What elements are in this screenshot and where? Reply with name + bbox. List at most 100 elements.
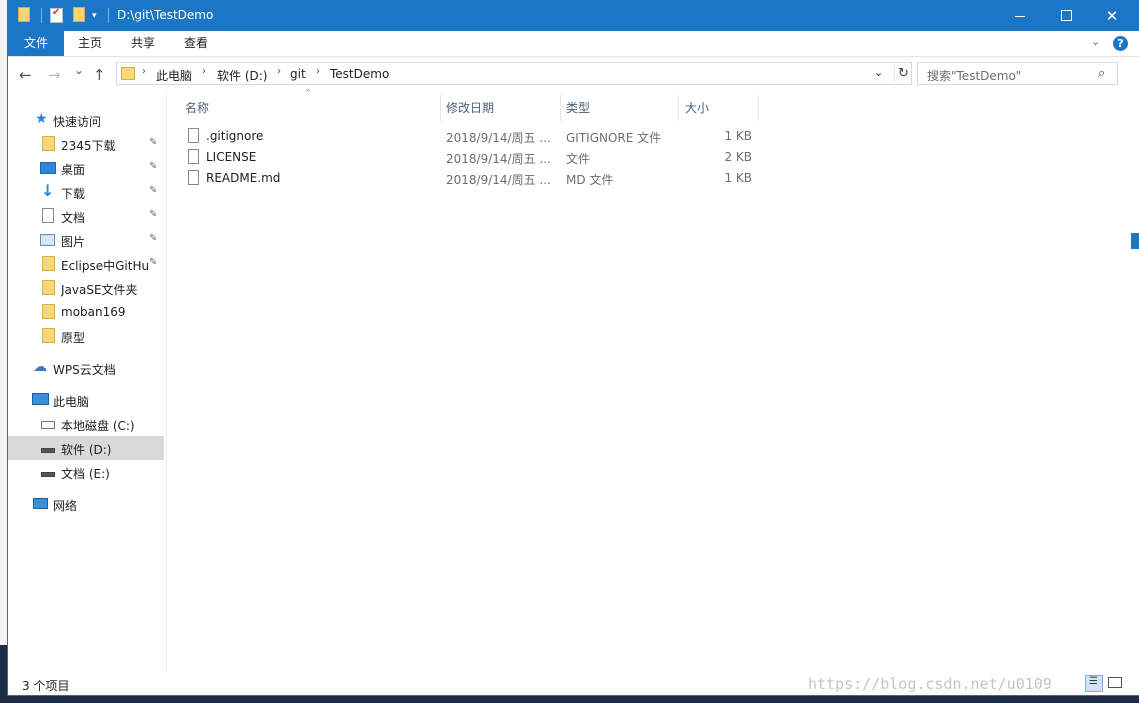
column-header-label: 修改日期	[446, 101, 495, 115]
nav-item-drive-c[interactable]: 本地磁盘 (C:)	[8, 412, 164, 436]
pin-icon[interactable]: ✎	[149, 257, 157, 268]
status-bar: 3 个项目 https://blog.csdn.net/u0109	[8, 673, 1139, 695]
background-window-edge	[1131, 233, 1139, 249]
nav-item-network[interactable]: 网络	[8, 492, 164, 516]
toolbar-divider	[108, 8, 109, 23]
explorer-window: ▾ D:\git\TestDemo ✕ 文件 主页 共享 查看 ⌄ ? ← → …	[8, 0, 1139, 695]
nav-item-quick-access[interactable]: ★ 快速访问	[8, 108, 164, 132]
breadcrumb-drive-d[interactable]: 软件 (D:)	[217, 67, 267, 84]
recent-locations-button[interactable]: ⌄	[74, 63, 84, 77]
breadcrumb-git[interactable]: git	[290, 67, 306, 81]
search-input[interactable]: 搜索"TestDemo" ⌕	[917, 62, 1118, 85]
tab-file[interactable]: 文件	[8, 31, 64, 56]
cloud-icon: ☁	[33, 359, 47, 375]
sort-ascending-icon: ^	[305, 88, 312, 97]
address-dropdown-icon[interactable]: ⌄	[874, 66, 883, 79]
nav-item-label: 桌面	[61, 163, 86, 177]
column-header-label: 类型	[566, 101, 591, 115]
breadcrumb-this-pc[interactable]: 此电脑	[156, 67, 192, 84]
folder-icon	[42, 280, 55, 295]
nav-item-javase[interactable]: JavaSE文件夹	[8, 276, 164, 300]
column-header-date[interactable]: 修改日期	[440, 97, 560, 119]
new-folder-icon[interactable]	[73, 7, 85, 22]
chevron-right-icon[interactable]: ›	[202, 66, 206, 77]
up-button[interactable]: ↑	[93, 66, 106, 84]
nav-item-desktop[interactable]: 桌面 ✎	[8, 156, 164, 180]
file-date: 2018/9/14/周五 ...	[446, 131, 551, 145]
help-icon[interactable]: ?	[1113, 36, 1128, 51]
network-icon	[33, 498, 48, 509]
pin-icon[interactable]: ✎	[149, 185, 157, 196]
large-icons-view-icon[interactable]	[1108, 677, 1122, 688]
tab-home[interactable]: 主页	[64, 31, 116, 56]
chevron-right-icon[interactable]: ›	[316, 66, 320, 77]
customize-toolbar-icon[interactable]: ▾	[92, 11, 97, 21]
nav-item-drive-d[interactable]: 软件 (D:)	[8, 436, 164, 460]
file-row[interactable]: LICENSE 2018/9/14/周五 ... 文件 2 KB	[178, 147, 768, 168]
nav-item-2345-download[interactable]: 2345下载 ✎	[8, 132, 164, 156]
nav-item-label: 原型	[61, 331, 86, 345]
item-count: 3 个项目	[22, 679, 70, 693]
window-title: D:\git\TestDemo	[117, 8, 214, 22]
document-icon	[42, 208, 54, 223]
download-icon: ↓	[41, 181, 55, 200]
file-type: MD 文件	[566, 173, 614, 187]
column-divider[interactable]	[758, 95, 759, 121]
pin-icon[interactable]: ✎	[149, 233, 157, 244]
minimize-icon	[1015, 16, 1025, 17]
nav-item-pictures[interactable]: 图片 ✎	[8, 228, 164, 252]
breadcrumb-testdemo[interactable]: TestDemo	[330, 67, 389, 81]
nav-item-this-pc[interactable]: 此电脑	[8, 388, 164, 412]
pin-icon[interactable]: ✎	[149, 209, 157, 220]
desktop-icon	[40, 162, 56, 174]
nav-item-moban169[interactable]: moban169	[8, 300, 164, 324]
tab-share[interactable]: 共享	[116, 31, 170, 56]
refresh-button[interactable]: ↻	[894, 65, 912, 82]
properties-icon[interactable]	[50, 7, 63, 23]
details-view-icon[interactable]	[1085, 675, 1103, 692]
folder-icon	[42, 136, 55, 151]
close-button[interactable]: ✕	[1089, 0, 1135, 31]
file-size: 1 KB	[724, 171, 752, 185]
nav-item-downloads[interactable]: ↓ 下载 ✎	[8, 180, 164, 204]
computer-icon	[32, 393, 49, 405]
column-header-size[interactable]: 大小	[678, 97, 758, 119]
maximize-button[interactable]	[1043, 0, 1089, 31]
drive-c-icon	[41, 421, 55, 429]
chevron-down-icon[interactable]: ⌄	[1091, 35, 1100, 48]
search-icon[interactable]: ⌕	[1098, 66, 1105, 81]
minimize-button[interactable]	[997, 0, 1043, 31]
chevron-right-icon[interactable]: ›	[277, 66, 281, 77]
file-name: .gitignore	[206, 129, 264, 143]
drive-icon	[41, 472, 55, 477]
pin-icon[interactable]: ✎	[149, 137, 157, 148]
file-row[interactable]: README.md 2018/9/14/周五 ... MD 文件 1 KB	[178, 168, 768, 189]
address-bar[interactable]: › 此电脑 › 软件 (D:) › git › TestDemo ⌄ ↻	[116, 62, 912, 85]
nav-item-label: 此电脑	[53, 395, 90, 409]
forward-button[interactable]: →	[48, 66, 61, 84]
nav-item-drive-e[interactable]: 文档 (E:)	[8, 460, 164, 484]
folder-icon	[121, 67, 135, 80]
column-header-type[interactable]: 类型	[560, 97, 678, 119]
file-date: 2018/9/14/周五 ...	[446, 152, 551, 166]
pin-icon[interactable]: ✎	[149, 161, 157, 172]
nav-item-label: 快速访问	[53, 115, 102, 129]
file-icon	[188, 149, 199, 164]
nav-item-documents[interactable]: 文档 ✎	[8, 204, 164, 228]
folder-icon	[42, 304, 55, 319]
title-bar[interactable]: ▾ D:\git\TestDemo ✕	[8, 0, 1139, 31]
file-size: 1 KB	[724, 129, 752, 143]
chevron-right-icon[interactable]: ›	[142, 66, 146, 77]
nav-item-eclipse-github[interactable]: Eclipse中GitHub ✎	[8, 252, 164, 276]
file-row[interactable]: .gitignore 2018/9/14/周五 ... GITIGNORE 文件…	[178, 126, 768, 147]
watermark-text: https://blog.csdn.net/u0109	[808, 675, 1052, 693]
column-header-name[interactable]: 名称	[178, 97, 440, 119]
nav-item-label: WPS云文档	[53, 363, 116, 377]
ribbon-bar: 文件 主页 共享 查看 ⌄ ?	[8, 31, 1139, 57]
tab-view[interactable]: 查看	[170, 31, 222, 56]
folder-icon	[18, 7, 30, 22]
nav-item-wps-cloud[interactable]: ☁ WPS云文档	[8, 356, 164, 380]
file-date: 2018/9/14/周五 ...	[446, 173, 551, 187]
nav-item-prototype[interactable]: 原型	[8, 324, 164, 348]
back-button[interactable]: ←	[19, 66, 32, 84]
